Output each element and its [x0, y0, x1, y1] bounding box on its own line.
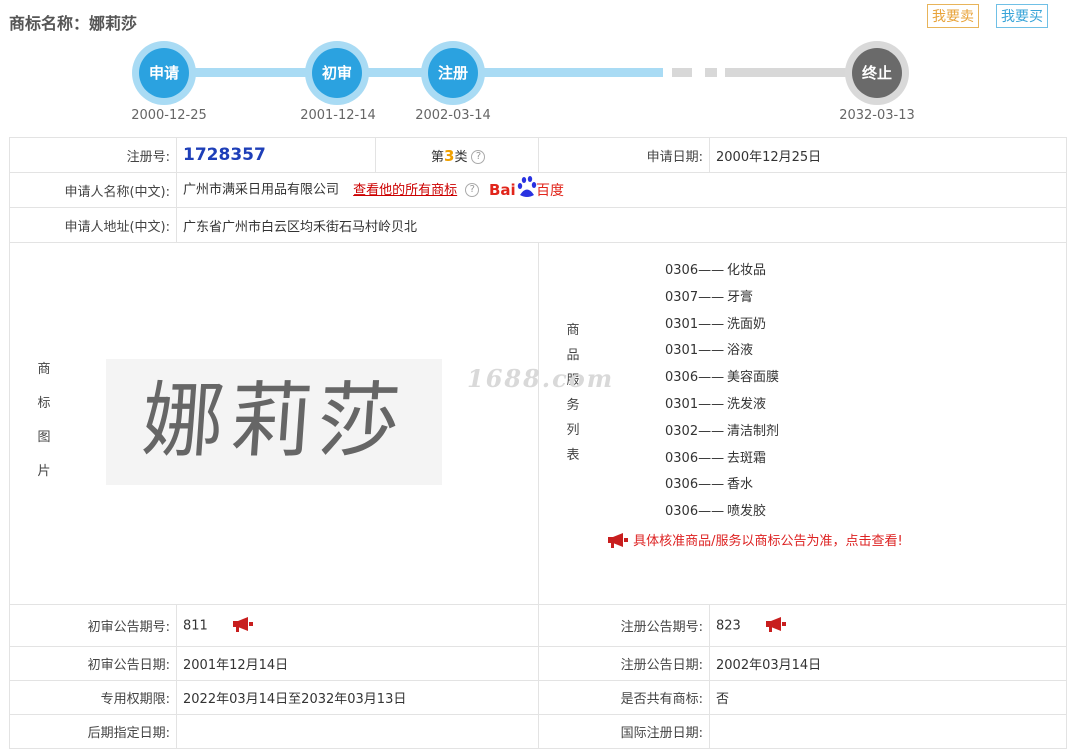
list-item: 0301—— 浴液	[665, 343, 754, 359]
later-designation-label: 后期指定日期:	[9, 714, 177, 749]
applicant-label: 申请人名称(中文):	[9, 172, 177, 208]
timeline-node-apply: 申请	[132, 41, 196, 105]
list-item: 0302—— 清洁制剂	[665, 423, 780, 439]
class-suffix: 类	[454, 149, 468, 165]
reg-no-value: 1728357	[183, 145, 266, 165]
buy-button[interactable]: 我要买	[996, 4, 1048, 28]
list-item: 0306—— 化妆品	[665, 263, 767, 278]
watermark: 1688.com	[467, 364, 615, 393]
baidu-search-icon[interactable]: Bai 百度	[489, 175, 565, 205]
trademark-mark-text: 娜莉莎	[138, 374, 410, 469]
timeline-node-label: 终止	[852, 48, 902, 98]
prelim-no-label: 初审公告期号:	[9, 604, 177, 647]
help-icon[interactable]: ?	[465, 182, 480, 197]
timeline-date: 2032-03-13	[839, 108, 915, 123]
trademark-image: 娜莉莎	[106, 359, 442, 485]
goods-label: 商 品 服 务 列 表	[566, 323, 580, 463]
list-item: 0306—— 美容面膜	[665, 370, 780, 386]
timeline-node-label: 注册	[428, 48, 478, 98]
svg-text:Bai: Bai	[489, 181, 516, 199]
timeline-node-label: 初审	[312, 48, 362, 98]
timeline-node-end: 终止	[845, 41, 909, 105]
announcement-horn-icon[interactable]	[232, 616, 254, 636]
later-designation-value	[176, 714, 539, 749]
timeline-date: 2001-12-14	[300, 108, 376, 123]
intl-reg-date-value	[709, 714, 1067, 749]
reg-no-label: 注册号:	[9, 137, 177, 173]
timeline-date: 2000-12-25	[131, 108, 207, 123]
class-number: 3	[444, 146, 455, 165]
timeline-progress-track	[165, 68, 663, 77]
timeline-node-prelim: 初审	[305, 41, 369, 105]
class-cell: 第3类?	[375, 137, 539, 173]
list-item: 0307—— 牙膏	[665, 289, 754, 305]
intl-reg-date-label: 国际注册日期:	[538, 714, 710, 749]
sell-button[interactable]: 我要卖	[927, 4, 979, 28]
help-icon[interactable]: ?	[471, 149, 486, 164]
list-item: 0306—— 喷发胶	[665, 504, 767, 520]
exclusive-period-value: 2022年03月14日至2032年03月13日	[176, 680, 539, 715]
reg-notice-date-label: 注册公告日期:	[538, 646, 710, 681]
reg-notice-date-value: 2002年03月14日	[709, 646, 1067, 681]
prelim-date-value: 2001年12月14日	[176, 646, 539, 681]
prelim-date-label: 初审公告日期:	[9, 646, 177, 681]
timeline-dash	[672, 68, 692, 77]
timeline-node-register: 注册	[421, 41, 485, 105]
exclusive-period-label: 专用权期限:	[9, 680, 177, 715]
shared-mark-label: 是否共有商标:	[538, 680, 710, 715]
apply-date-label: 申请日期:	[538, 137, 710, 173]
status-timeline: 申请 2000-12-25 初审 2001-12-14 注册 2002-03-1…	[0, 38, 1070, 130]
class-prefix: 第	[431, 149, 445, 165]
list-item: 0301—— 洗发液	[665, 396, 767, 412]
prelim-no-value: 811	[183, 618, 208, 633]
applicant-value: 广州市满采日用品有限公司	[183, 182, 340, 198]
all-marks-link[interactable]: 查看他的所有商标	[353, 183, 457, 198]
timeline-date: 2002-03-14	[415, 108, 491, 123]
timeline-node-label: 申请	[139, 48, 189, 98]
announcement-horn-icon[interactable]	[765, 616, 787, 636]
timeline-dash	[705, 68, 717, 77]
address-label: 申请人地址(中文):	[9, 207, 177, 243]
svg-text:百度: 百度	[536, 183, 564, 199]
page-title: 商标名称：娜莉莎	[9, 14, 138, 33]
announcement-horn-icon	[607, 532, 629, 552]
goods-list: 0306—— 化妆品 0307—— 牙膏 0301—— 洗面奶 0301—— 浴液 03…	[665, 258, 779, 526]
image-label: 商 标 图 片	[37, 362, 51, 479]
apply-date-value: 2000年12月25日	[709, 137, 1067, 173]
reg-notice-no-label: 注册公告期号:	[538, 604, 710, 647]
goods-notice-link[interactable]: 具体核准商品/服务以商标公告为准，点击查看!	[607, 530, 903, 552]
reg-notice-no-value: 823	[716, 618, 741, 633]
list-item: 0306—— 香水	[665, 477, 754, 493]
address-value: 广东省广州市白云区均禾街石马村岭贝北	[176, 207, 1067, 243]
shared-mark-value: 否	[709, 680, 1067, 715]
list-item: 0301—— 洗面奶	[665, 316, 767, 332]
goods-notice-text: 具体核准商品/服务以商标公告为准，点击查看!	[633, 534, 903, 549]
list-item: 0306—— 去斑霜	[665, 450, 767, 466]
